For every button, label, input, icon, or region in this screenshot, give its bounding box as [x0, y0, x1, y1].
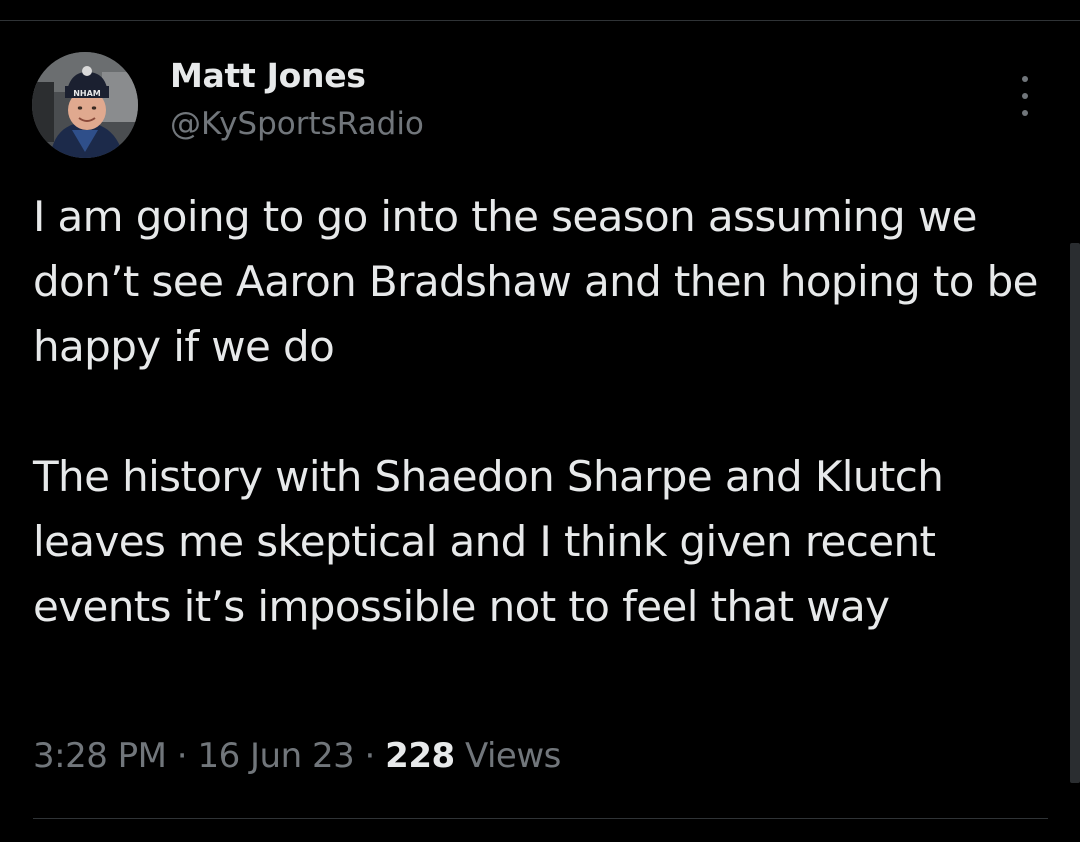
- bottom-divider: [33, 818, 1048, 819]
- scrollbar[interactable]: [1070, 243, 1080, 783]
- meta-separator: ·: [354, 736, 386, 776]
- author-handle[interactable]: @KySportsRadio: [170, 106, 424, 142]
- more-dot: [1022, 110, 1028, 116]
- profile-photo-icon: NHAM: [32, 52, 138, 158]
- author-display-name[interactable]: Matt Jones: [170, 56, 366, 95]
- views-label: Views: [454, 736, 561, 776]
- views-count[interactable]: 228: [385, 736, 455, 776]
- tweet-paragraph-1: I am going to go into the season assumin…: [33, 192, 1039, 371]
- meta-separator: ·: [166, 736, 198, 776]
- more-dot: [1022, 76, 1028, 82]
- avatar[interactable]: NHAM: [32, 52, 138, 158]
- more-dot: [1022, 93, 1028, 99]
- tweet-time[interactable]: 3:28 PM: [33, 736, 167, 776]
- tweet-meta: 3:28 PM · 16 Jun 23 · 228 Views: [33, 736, 561, 776]
- avatar-hat-text: NHAM: [73, 89, 101, 98]
- tweet-date[interactable]: 16 Jun 23: [197, 736, 354, 776]
- tweet-text: I am going to go into the season assumin…: [33, 184, 1048, 639]
- top-divider: [0, 20, 1080, 21]
- more-options-icon[interactable]: [1010, 76, 1040, 116]
- tweet-paragraph-2: The history with Shaedon Sharpe and Klut…: [33, 452, 944, 631]
